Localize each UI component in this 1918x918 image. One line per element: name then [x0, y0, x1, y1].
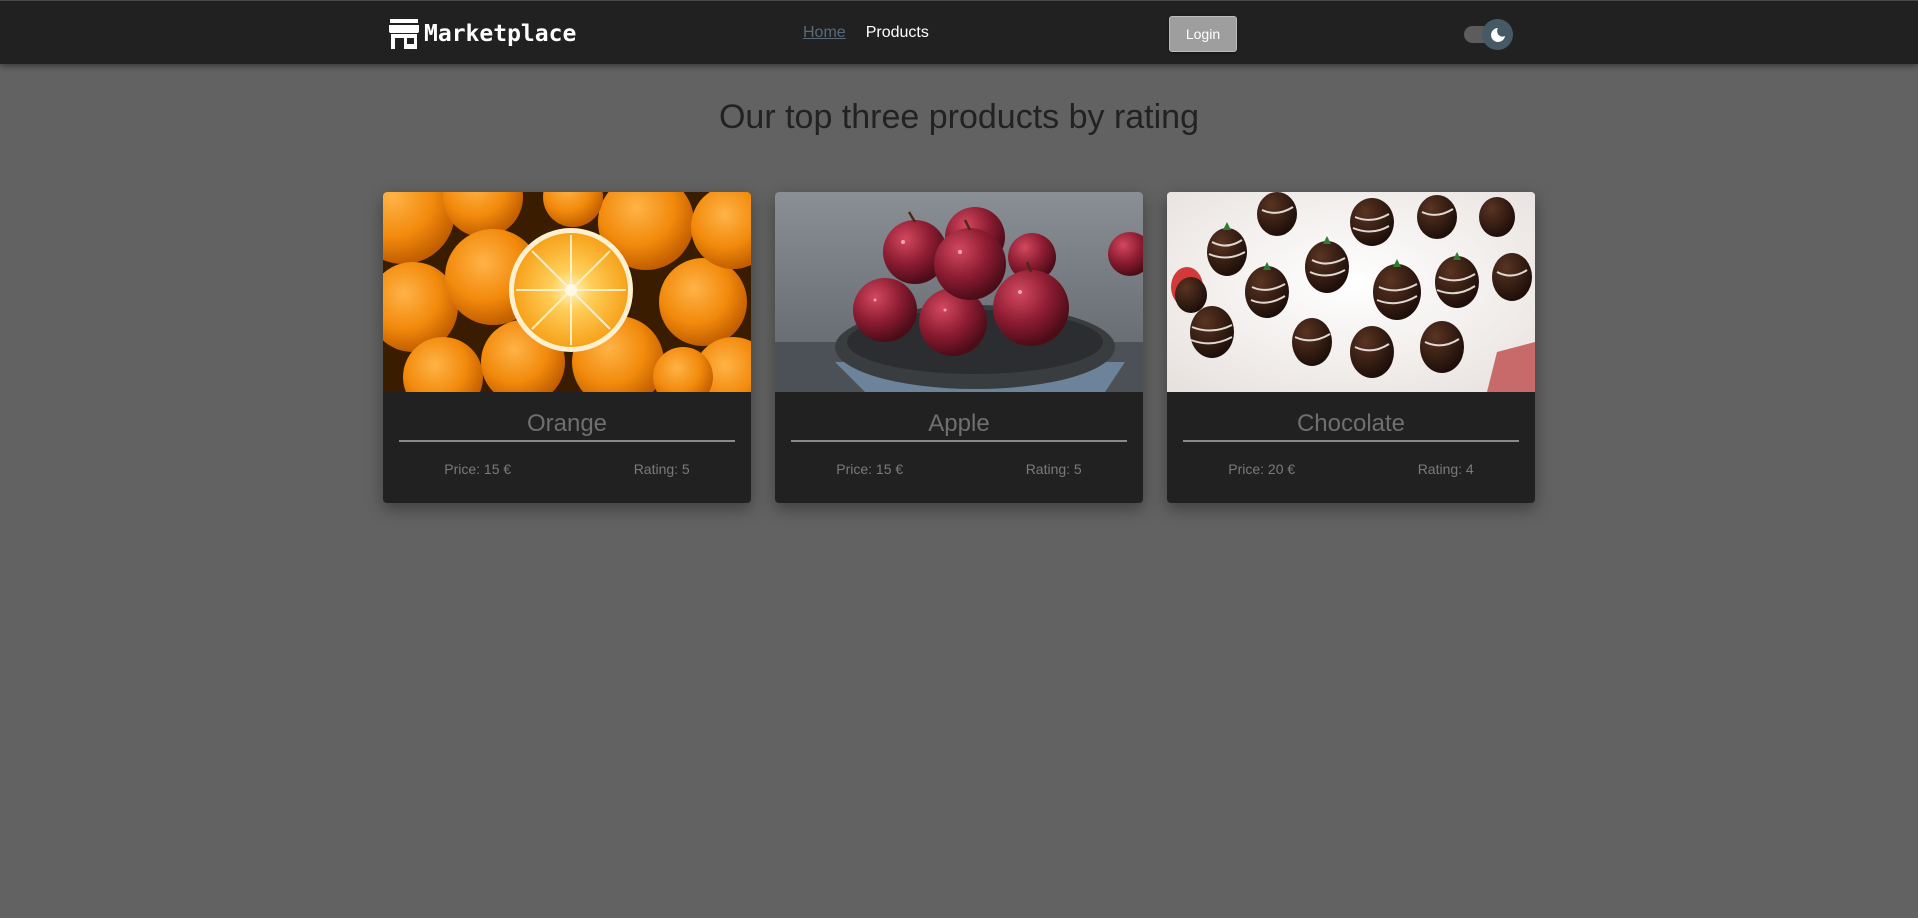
- product-name: Apple: [791, 410, 1127, 442]
- product-name: Chocolate: [1183, 410, 1519, 442]
- product-meta: Price: 20 € Rating: 4: [1167, 461, 1535, 477]
- nav-link-home[interactable]: Home: [803, 24, 846, 42]
- theme-toggle[interactable]: [1462, 18, 1514, 50]
- moon-icon: [1490, 27, 1505, 42]
- product-cards: Orange Price: 15 € Rating: 5 Apple Price…: [383, 192, 1535, 503]
- chocolate-image: [1167, 192, 1535, 392]
- page-title: Our top three products by rating: [718, 98, 1200, 136]
- product-rating: Rating: 5: [633, 461, 690, 477]
- product-price: Price: 20 €: [1228, 461, 1296, 477]
- login-button[interactable]: Login: [1169, 16, 1237, 52]
- product-meta: Price: 15 € Rating: 5: [383, 461, 751, 477]
- brand-link[interactable]: Marketplace: [388, 19, 576, 49]
- apple-image: [775, 192, 1143, 392]
- store-icon: [389, 19, 419, 49]
- product-price: Price: 15 €: [444, 461, 512, 477]
- navbar: Marketplace Home Products Login: [0, 0, 1918, 64]
- nav-link-products[interactable]: Products: [866, 24, 929, 42]
- product-rating: Rating: 4: [1417, 461, 1474, 477]
- nav-links: Home Products: [803, 24, 929, 42]
- brand-name: Marketplace: [424, 21, 577, 47]
- product-card-apple[interactable]: Apple Price: 15 € Rating: 5: [775, 192, 1143, 503]
- product-rating: Rating: 5: [1025, 461, 1082, 477]
- toggle-knob: [1482, 19, 1513, 50]
- product-name: Orange: [399, 410, 735, 442]
- product-price: Price: 15 €: [836, 461, 904, 477]
- product-card-orange[interactable]: Orange Price: 15 € Rating: 5: [383, 192, 751, 503]
- product-meta: Price: 15 € Rating: 5: [775, 461, 1143, 477]
- orange-image: [383, 192, 751, 392]
- product-card-chocolate[interactable]: Chocolate Price: 20 € Rating: 4: [1167, 192, 1535, 503]
